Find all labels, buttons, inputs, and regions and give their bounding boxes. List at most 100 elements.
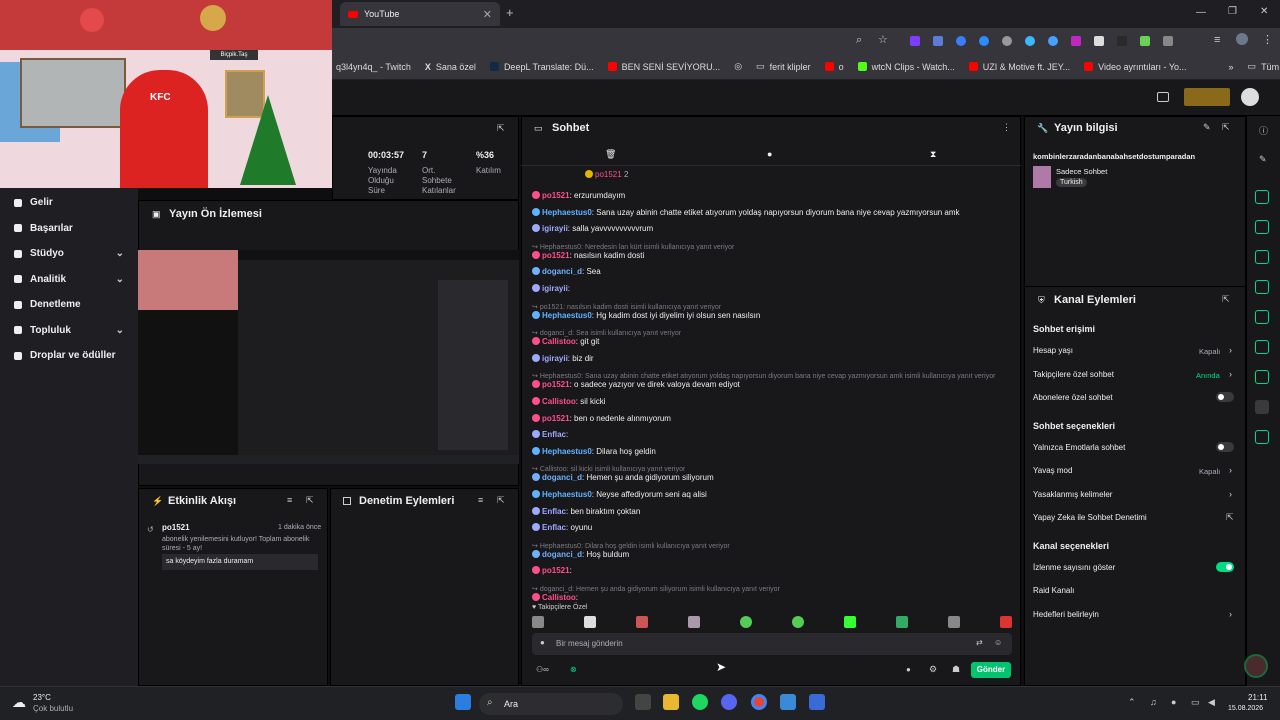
chat-username[interactable]: Hephaestus0 [542, 447, 592, 456]
floating-avatar[interactable] [1244, 654, 1268, 678]
close-tab-icon[interactable]: ✕ [483, 8, 492, 21]
bookmark-wtcn[interactable]: wtcN Clips - Watch... [857, 62, 955, 72]
chat-username[interactable]: Hephaestus0 [542, 208, 592, 217]
chat-username[interactable]: Callistoo [542, 397, 576, 406]
chat-username[interactable]: Callistoo [542, 593, 576, 602]
bookmark-4[interactable]: BEN SENİ SEVİYORU... [607, 62, 720, 72]
shield-toggle-icon[interactable] [1255, 430, 1269, 444]
chat-toggle-icon[interactable] [1255, 280, 1269, 294]
taskbar-search[interactable]: ⌕ Ara [479, 693, 623, 715]
hourglass-icon[interactable]: ⧗ [930, 149, 936, 160]
chat-username[interactable]: po1521 [542, 566, 570, 575]
headset-icon[interactable]: ♫ [1150, 697, 1157, 707]
new-tab-icon[interactable]: + [506, 5, 514, 20]
lightning-toggle-icon[interactable] [1255, 220, 1269, 234]
users-icon[interactable] [1255, 400, 1269, 414]
bookmarks-overflow-icon[interactable]: » [1229, 62, 1234, 72]
setting-row[interactable]: Yasaklanmış kelimeler [1033, 490, 1112, 499]
setting-row[interactable]: İzlenme sayısını göster [1033, 563, 1115, 572]
pinned-user[interactable]: po1521 2 [585, 170, 628, 179]
chevron-up-icon[interactable]: ⌃ [1128, 697, 1136, 708]
star-icon[interactable]: ☆ [878, 33, 888, 46]
tab-youtube[interactable]: YouTube ✕ [340, 2, 500, 26]
chevron-right-icon[interactable]: › [1229, 345, 1232, 355]
list-toggle-icon[interactable] [1255, 250, 1269, 264]
setting-row[interactable]: Yalnızca Emotlarla sohbet [1033, 443, 1125, 452]
chat-username[interactable]: doganci_d [542, 473, 582, 482]
close-window-icon[interactable]: ✕ [1260, 6, 1268, 17]
edit-icon[interactable]: ✎ [1203, 122, 1211, 133]
chat-username[interactable]: doganci_d [542, 267, 582, 276]
chat-icon[interactable]: ● [767, 149, 772, 159]
toggle-switch[interactable] [1216, 441, 1234, 452]
minimize-icon[interactable]: — [1196, 7, 1206, 18]
bookmark-1[interactable]: q3l4yn4q_ - Twitch [336, 62, 411, 72]
chat-username[interactable]: Enflac [542, 507, 566, 516]
setting-row[interactable]: Yapay Zeka ile Sohbet Denetimi [1033, 513, 1147, 522]
app-icon[interactable] [780, 694, 796, 710]
popout-icon[interactable]: ⇱ [497, 495, 505, 506]
all-bookmarks[interactable]: ▭Tüm Yer İşaretleri [1248, 61, 1280, 72]
channel-points-icon[interactable]: ⚇∞ [536, 665, 549, 674]
mic-icon[interactable]: ● [1171, 697, 1176, 707]
bookmark-video[interactable]: Video ayrıntıları - Yo... [1084, 62, 1187, 72]
chat-username[interactable]: Enflac [542, 523, 566, 532]
setting-row[interactable]: Hesap yaşı [1033, 346, 1073, 355]
bookmark-globe[interactable]: ◎ [734, 61, 742, 72]
stream-preview-video[interactable] [138, 250, 519, 464]
task-view-icon[interactable] [635, 694, 651, 710]
maximize-icon[interactable]: ❐ [1228, 6, 1237, 17]
chat-username[interactable]: Enflac [542, 430, 566, 439]
nav-denetleme[interactable]: Denetleme [0, 292, 138, 318]
viewers-icon[interactable]: ☗ [952, 664, 960, 675]
emote-row[interactable] [532, 616, 1012, 630]
store-icon[interactable] [809, 694, 825, 710]
file-explorer-icon[interactable] [663, 694, 679, 710]
menu-list-icon[interactable]: ≡ [1214, 34, 1220, 46]
chat-bubble-icon[interactable]: ● [906, 665, 911, 674]
external-link-icon[interactable]: ⇱ [1226, 512, 1234, 523]
category-name[interactable]: Sadece Sohbet [1056, 167, 1107, 176]
setting-row[interactable]: Takipçilere özel sohbet [1033, 370, 1114, 379]
chat-username[interactable]: igirayii [542, 284, 568, 293]
chat-username[interactable]: po1521 [542, 251, 570, 260]
cast-icon[interactable] [1157, 92, 1169, 102]
volume-icon[interactable]: ◀ [1208, 697, 1215, 708]
chat-username[interactable]: po1521 [542, 191, 570, 200]
nav-droplar[interactable]: Droplar ve ödüller [0, 343, 138, 369]
setting-row[interactable]: Abonelere özel sohbet [1033, 393, 1113, 402]
filter-icon[interactable]: ≡ [287, 495, 292, 505]
chevron-right-icon[interactable]: › [1229, 465, 1232, 475]
chat-username[interactable]: doganci_d [542, 550, 582, 559]
chat-username[interactable]: igirayii [542, 224, 568, 233]
monitor-toggle-icon[interactable] [1255, 340, 1269, 354]
toggle-switch[interactable] [1216, 392, 1234, 402]
profile-avatar-icon[interactable] [1236, 33, 1248, 45]
toggle-switch[interactable] [1216, 561, 1234, 572]
chat-username[interactable]: Callistoo [542, 337, 576, 346]
bookmark-2[interactable]: X Sana özel [425, 62, 476, 72]
more-options-icon[interactable]: ⋮ [1262, 33, 1273, 46]
nav-gelir[interactable]: Gelir [0, 190, 138, 216]
chrome-icon[interactable] [751, 694, 767, 710]
popout-icon[interactable]: ⇱ [306, 495, 314, 506]
filter-icon[interactable]: ≡ [478, 495, 483, 505]
chat-username[interactable]: Hephaestus0 [542, 490, 592, 499]
pencil-icon[interactable]: ✎ [1259, 154, 1267, 165]
tag-pill[interactable]: Turkish [1056, 178, 1087, 187]
panel-toggle-icon[interactable] [1255, 190, 1269, 204]
nav-analitik[interactable]: Analitik ⌄ [0, 267, 138, 293]
bits-badge[interactable] [1184, 88, 1230, 106]
chat-username[interactable]: igirayii [542, 354, 568, 363]
nav-topluluk[interactable]: Topluluk ⌄ [0, 318, 138, 344]
chat-username[interactable]: po1521 [542, 414, 570, 423]
extension-icons[interactable] [910, 36, 1200, 47]
setting-row[interactable]: Hedefleri belirleyin [1033, 610, 1099, 619]
search-icon[interactable]: ⌕ [856, 34, 862, 47]
chat-more-icon[interactable]: ⋮ [1002, 122, 1011, 133]
activity-user[interactable]: po1521 [162, 523, 190, 532]
info-icon[interactable]: ⓘ [1259, 124, 1268, 137]
chevron-right-icon[interactable]: › [1229, 489, 1232, 499]
setting-row[interactable]: Yavaş mod [1033, 466, 1072, 475]
chevron-right-icon[interactable]: › [1229, 609, 1232, 619]
